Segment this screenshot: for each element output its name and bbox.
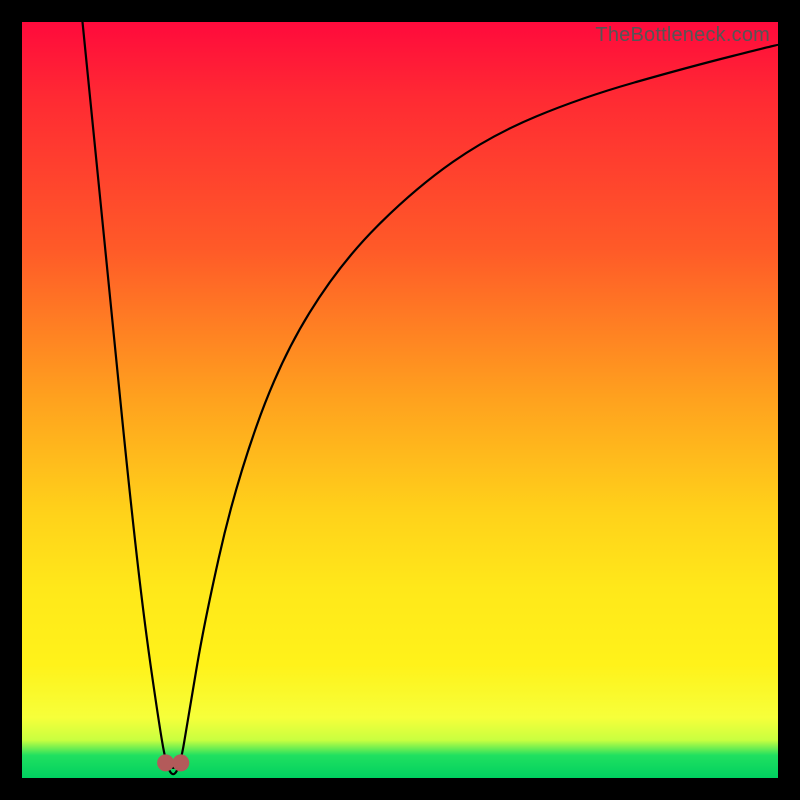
chart-frame: TheBottleneck.com xyxy=(0,0,800,800)
plot-area: TheBottleneck.com xyxy=(22,22,778,778)
curve-markers xyxy=(158,755,189,771)
minimum-marker xyxy=(173,755,189,771)
bottleneck-curve xyxy=(83,22,779,774)
curve-layer xyxy=(22,22,778,778)
minimum-marker xyxy=(158,755,174,771)
